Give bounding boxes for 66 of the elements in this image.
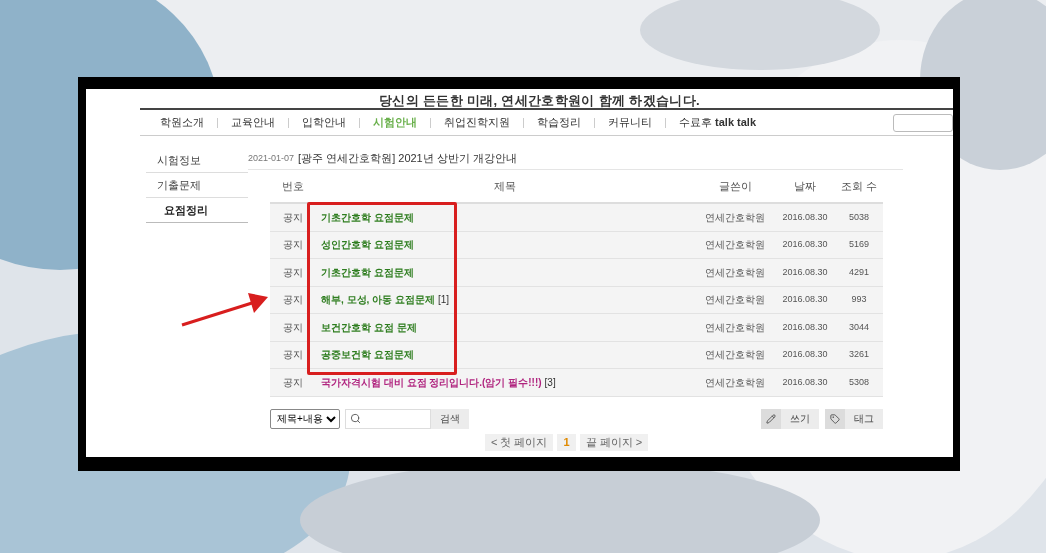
tag-button[interactable]: 태그 xyxy=(825,408,883,429)
date: 2016.08.30 xyxy=(781,320,829,334)
view-count: 993 xyxy=(850,293,868,306)
author: 연세간호학원 xyxy=(704,210,766,225)
notice-label: 공지 xyxy=(281,348,304,363)
sidebar-item[interactable]: 요점정리 xyxy=(146,198,248,223)
comment-count: [1] xyxy=(437,293,450,308)
notice-label: 공지 xyxy=(281,375,304,390)
notice-label: 공지 xyxy=(281,238,304,253)
pencil-icon xyxy=(766,413,776,424)
notice-date: 2021-01-07 xyxy=(248,151,295,165)
author: 연세간호학원 xyxy=(704,348,766,363)
view-count: 3261 xyxy=(848,348,870,361)
date: 2016.08.30 xyxy=(781,210,829,224)
notice-link[interactable]: [광주 연세간호학원] 2021년 상반기 개강안내 xyxy=(298,150,517,167)
notice-label: 공지 xyxy=(281,293,304,308)
notice-label: 공지 xyxy=(281,210,304,225)
date: 2016.08.30 xyxy=(781,265,829,279)
nav-link[interactable]: 수료후 talk talk xyxy=(679,114,757,131)
post-title[interactable]: 국가자격시험 대비 요점 정리입니다.(암기 필수!!!) xyxy=(321,374,542,390)
slogan: 당신의 든든한 미래, 연세간호학원이 함께 하겠습니다. xyxy=(379,94,700,107)
post-title[interactable]: 기초간호학 요점문제 xyxy=(321,209,414,225)
search-scope-select[interactable]: 제목+내용 xyxy=(270,408,340,429)
column-header: 번호 xyxy=(280,178,305,194)
write-button[interactable]: 쓰기 xyxy=(761,408,819,429)
author: 연세간호학원 xyxy=(704,320,766,335)
nav-link[interactable]: 취업진학지원 xyxy=(444,114,510,131)
author: 연세간호학원 xyxy=(704,293,766,308)
nav-link[interactable]: 학습정리 xyxy=(537,114,581,131)
last-page-button[interactable]: 끝 페이지 > xyxy=(579,433,649,451)
nav-link[interactable]: 커뮤니티 xyxy=(608,114,652,131)
author: 연세간호학원 xyxy=(704,238,766,253)
date: 2016.08.30 xyxy=(781,348,829,361)
nav-link[interactable]: 교육안내 xyxy=(231,114,275,131)
post-title[interactable]: 기초간호학 요점문제 xyxy=(321,264,414,280)
search-field[interactable] xyxy=(893,113,953,132)
first-page-button[interactable]: < 첫 페이지 xyxy=(484,433,554,451)
search-icon xyxy=(350,413,361,424)
view-count: 4291 xyxy=(848,265,870,279)
post-title[interactable]: 성인간호학 요점문제 xyxy=(321,237,414,253)
post-title[interactable]: 공중보건학 요점문제 xyxy=(321,347,414,363)
date: 2016.08.30 xyxy=(781,238,829,251)
search-button[interactable]: 검색 xyxy=(431,408,469,429)
author: 연세간호학원 xyxy=(704,265,766,280)
post-title[interactable]: 해부, 모성, 아동 요점문제 xyxy=(321,292,435,308)
sidebar-item[interactable]: 시험정보 xyxy=(146,148,248,173)
view-count: 5308 xyxy=(848,375,870,389)
column-header: 날짜 xyxy=(793,178,817,194)
view-count: 5169 xyxy=(848,238,870,251)
author: 연세간호학원 xyxy=(704,375,766,390)
nav-link[interactable]: 입학안내 xyxy=(302,114,346,131)
column-header: 글쓴이 xyxy=(717,178,753,194)
notice-label: 공지 xyxy=(281,265,304,280)
search-box[interactable] xyxy=(345,408,431,429)
date: 2016.08.30 xyxy=(781,293,829,306)
view-count: 5038 xyxy=(848,210,870,224)
column-header: 제목 xyxy=(493,178,517,194)
view-count: 3044 xyxy=(848,320,870,334)
sidebar-item[interactable]: 기출문제 xyxy=(146,173,248,198)
tag-icon xyxy=(830,413,840,424)
post-title[interactable]: 보건간호학 요점 문제 xyxy=(321,319,417,335)
comment-count: [3] xyxy=(544,375,556,390)
notice-label: 공지 xyxy=(281,320,304,335)
column-header: 조회 수 xyxy=(839,178,879,194)
date: 2016.08.30 xyxy=(781,375,829,389)
nav-link[interactable]: 학원소개 xyxy=(160,114,204,131)
